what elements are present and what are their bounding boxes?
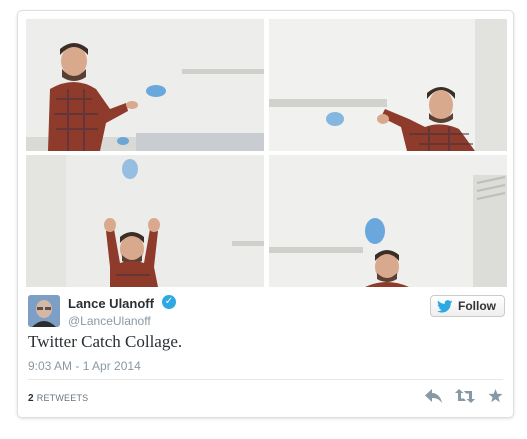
- tweet-text: Twitter Catch Collage.: [28, 332, 183, 351]
- photo-collage[interactable]: [26, 19, 507, 287]
- collage-photo-3[interactable]: [26, 155, 264, 287]
- collage-photo-1[interactable]: [26, 19, 264, 151]
- retweet-count: 2: [28, 393, 34, 404]
- tweet-header: Lance Ulanoff ✓ @LanceUlanoff Follow: [28, 293, 505, 329]
- retweet-icon[interactable]: [455, 389, 475, 403]
- collage-photo-4[interactable]: [269, 155, 507, 287]
- reply-icon[interactable]: [425, 389, 442, 403]
- twitter-bird-icon: [437, 299, 453, 313]
- verified-badge-icon: ✓: [162, 295, 176, 309]
- favorite-star-icon[interactable]: [488, 389, 503, 403]
- author-name[interactable]: Lance Ulanoff: [68, 296, 154, 311]
- embedded-tweet-card: Lance Ulanoff ✓ @LanceUlanoff Follow Twi…: [17, 10, 514, 418]
- avatar[interactable]: [28, 295, 60, 327]
- author-handle[interactable]: @LanceUlanoff: [68, 314, 151, 328]
- tweet-timestamp[interactable]: 9:03 AM - 1 Apr 2014: [28, 359, 141, 373]
- collage-photo-2[interactable]: [269, 19, 507, 151]
- retweet-stats[interactable]: 2 RETWEETS: [28, 393, 88, 404]
- follow-button[interactable]: Follow: [430, 295, 505, 317]
- retweet-label: RETWEETS: [36, 393, 89, 403]
- divider: [28, 379, 503, 380]
- follow-button-label: Follow: [458, 299, 496, 313]
- tweet-actions: [425, 389, 503, 403]
